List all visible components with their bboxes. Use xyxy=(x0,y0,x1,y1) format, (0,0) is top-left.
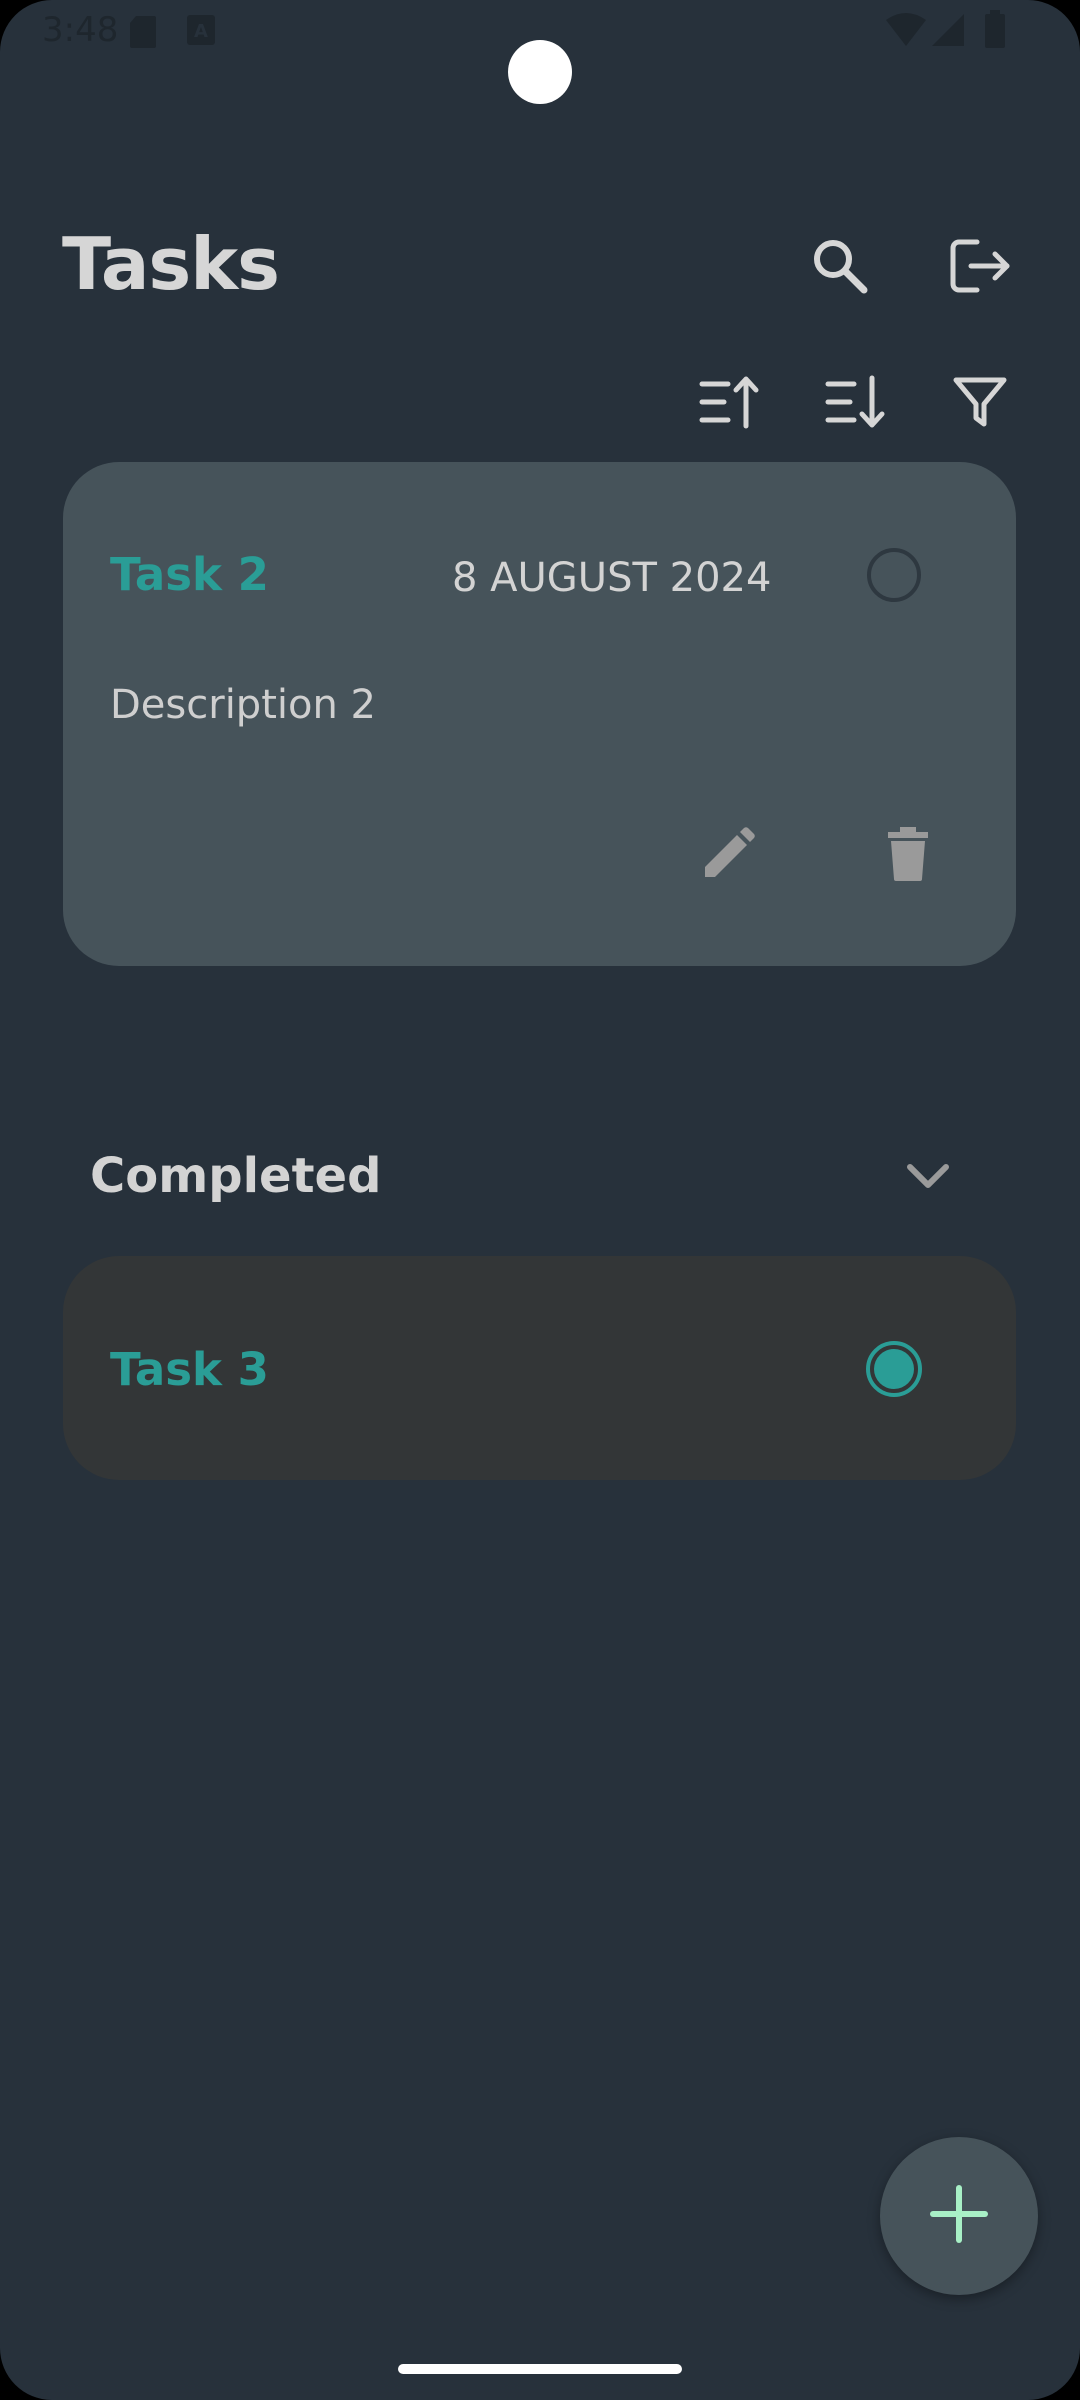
sort-ascending-icon xyxy=(698,374,762,435)
plus-icon xyxy=(929,2184,989,2249)
sort-descending-button[interactable] xyxy=(816,364,896,444)
delete-task-button[interactable] xyxy=(868,816,948,896)
add-task-button[interactable] xyxy=(880,2137,1038,2295)
sort-ascending-button[interactable] xyxy=(690,364,770,444)
screen: 3:48 A Tasks Task 2 8 AUGUST 2024 Descri… xyxy=(0,0,1080,2400)
pencil-icon xyxy=(701,826,755,886)
completed-toggle-button[interactable] xyxy=(888,1138,968,1218)
task-title: Task 2 xyxy=(110,548,269,601)
camera-cutout xyxy=(508,40,572,104)
trash-icon xyxy=(886,826,930,886)
checked-dot xyxy=(874,1349,914,1389)
battery-icon xyxy=(984,10,1006,53)
completed-section-title: Completed xyxy=(90,1148,382,1204)
search-button[interactable] xyxy=(800,228,880,308)
sd-card-icon xyxy=(128,14,158,55)
signal-icon xyxy=(932,12,966,53)
wifi-icon xyxy=(886,12,926,53)
logout-icon xyxy=(947,236,1013,301)
filter-button[interactable] xyxy=(940,364,1020,444)
gesture-navigation-bar[interactable] xyxy=(398,2364,682,2374)
sort-descending-icon xyxy=(824,374,888,435)
completed-task-title: Task 3 xyxy=(110,1343,269,1396)
svg-text:A: A xyxy=(194,21,208,42)
logout-button[interactable] xyxy=(940,228,1020,308)
filter-icon xyxy=(952,374,1008,435)
status-time: 3:48 xyxy=(42,10,119,50)
chevron-down-icon xyxy=(906,1162,950,1195)
edit-task-button[interactable] xyxy=(688,816,768,896)
keyboard-a-icon: A xyxy=(186,14,216,51)
completed-task-checkbox[interactable] xyxy=(866,1341,922,1397)
task-description: Description 2 xyxy=(110,682,376,728)
task-complete-checkbox[interactable] xyxy=(867,548,921,602)
page-title: Tasks xyxy=(62,222,280,306)
search-icon xyxy=(810,236,870,301)
task-date: 8 AUGUST 2024 xyxy=(452,555,772,601)
